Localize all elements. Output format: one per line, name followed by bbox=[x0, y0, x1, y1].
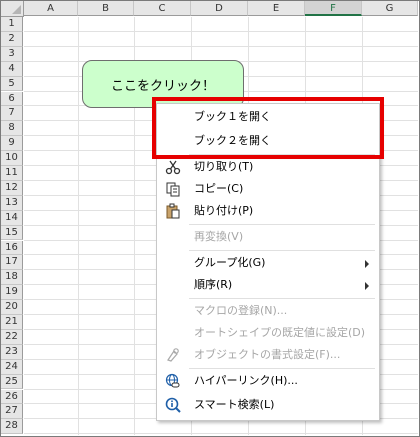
column-header-d[interactable]: D bbox=[191, 1, 248, 16]
menu-separator bbox=[189, 298, 375, 299]
row-header[interactable]: 26 bbox=[1, 389, 23, 405]
menu-separator bbox=[189, 368, 375, 369]
menu-item-cut[interactable]: 切り取り(T) bbox=[157, 156, 379, 178]
copy-icon bbox=[166, 182, 180, 197]
row-header[interactable]: 17 bbox=[1, 255, 23, 271]
row-header[interactable]: 25 bbox=[1, 374, 23, 390]
format-shape-icon bbox=[167, 348, 179, 362]
row-header[interactable]: 7 bbox=[1, 106, 23, 122]
menu-item-order[interactable]: 順序(R) bbox=[157, 274, 379, 296]
row-header[interactable]: 9 bbox=[1, 136, 23, 152]
row-header[interactable]: 1 bbox=[1, 17, 23, 32]
row-header[interactable]: 24 bbox=[1, 359, 23, 375]
scissors-icon bbox=[165, 160, 181, 175]
column-header-c[interactable]: C bbox=[134, 1, 191, 16]
menu-item-assign-macro[interactable]: マクロの登録(N)... bbox=[157, 300, 379, 322]
row-header[interactable]: 27 bbox=[1, 404, 23, 420]
menu-item-group[interactable]: グループ化(G) bbox=[157, 252, 379, 274]
smart-lookup-icon bbox=[165, 397, 181, 413]
row-header[interactable]: 23 bbox=[1, 344, 23, 360]
hyperlink-globe-icon bbox=[165, 373, 180, 388]
menu-item-hyperlink[interactable]: ハイパーリンク(H)... bbox=[157, 370, 379, 392]
gridline bbox=[24, 30, 418, 32]
menu-item-reconvert[interactable]: 再変換(V) bbox=[157, 226, 379, 248]
menu-item-paste[interactable]: 貼り付け(P) bbox=[157, 200, 379, 222]
row-header[interactable]: 14 bbox=[1, 210, 23, 226]
column-header-a[interactable]: A bbox=[24, 1, 78, 16]
column-header-b[interactable]: B bbox=[78, 1, 134, 16]
column-header-g[interactable]: G bbox=[362, 1, 418, 16]
row-header[interactable]: 21 bbox=[1, 315, 23, 330]
column-header-f[interactable]: F bbox=[305, 1, 362, 16]
gridline bbox=[24, 433, 418, 435]
shape-text: ここをクリック！ bbox=[110, 78, 215, 94]
row-header[interactable]: 5 bbox=[1, 76, 23, 92]
highlight-box bbox=[152, 97, 384, 159]
row-header[interactable]: 8 bbox=[1, 121, 23, 137]
submenu-arrow-icon bbox=[365, 260, 369, 268]
paste-icon bbox=[166, 203, 180, 219]
menu-separator bbox=[189, 250, 375, 251]
row-header[interactable]: 28 bbox=[1, 419, 23, 435]
submenu-arrow-icon bbox=[365, 282, 369, 290]
gridline bbox=[24, 45, 418, 47]
row-header[interactable]: 15 bbox=[1, 225, 23, 241]
gridline bbox=[78, 17, 79, 435]
row-header[interactable]: 22 bbox=[1, 329, 23, 345]
row-header[interactable]: 19 bbox=[1, 285, 23, 301]
row-header[interactable]: 2 bbox=[1, 31, 23, 47]
menu-item-set-default[interactable]: オートシェイプの既定値に設定(D) bbox=[157, 322, 379, 344]
row-header[interactable]: 3 bbox=[1, 46, 23, 62]
column-header-e[interactable]: E bbox=[248, 1, 305, 16]
menu-separator bbox=[189, 224, 375, 225]
row-header[interactable]: 10 bbox=[1, 151, 23, 166]
row-header[interactable]: 12 bbox=[1, 180, 23, 196]
menu-item-format-object[interactable]: オブジェクトの書式設定(F)... bbox=[157, 344, 379, 366]
row-header[interactable]: 18 bbox=[1, 270, 23, 286]
row-header[interactable]: 11 bbox=[1, 166, 23, 181]
row-header[interactable]: 13 bbox=[1, 195, 23, 211]
row-header[interactable]: 6 bbox=[1, 91, 23, 107]
menu-item-copy[interactable]: コピー(C) bbox=[157, 178, 379, 200]
row-header[interactable]: 20 bbox=[1, 300, 23, 315]
row-header[interactable]: 4 bbox=[1, 61, 23, 77]
row-header[interactable]: 16 bbox=[1, 240, 23, 256]
select-all-button[interactable] bbox=[1, 1, 24, 17]
menu-item-smart-lookup[interactable]: スマート検索(L) bbox=[157, 394, 379, 416]
